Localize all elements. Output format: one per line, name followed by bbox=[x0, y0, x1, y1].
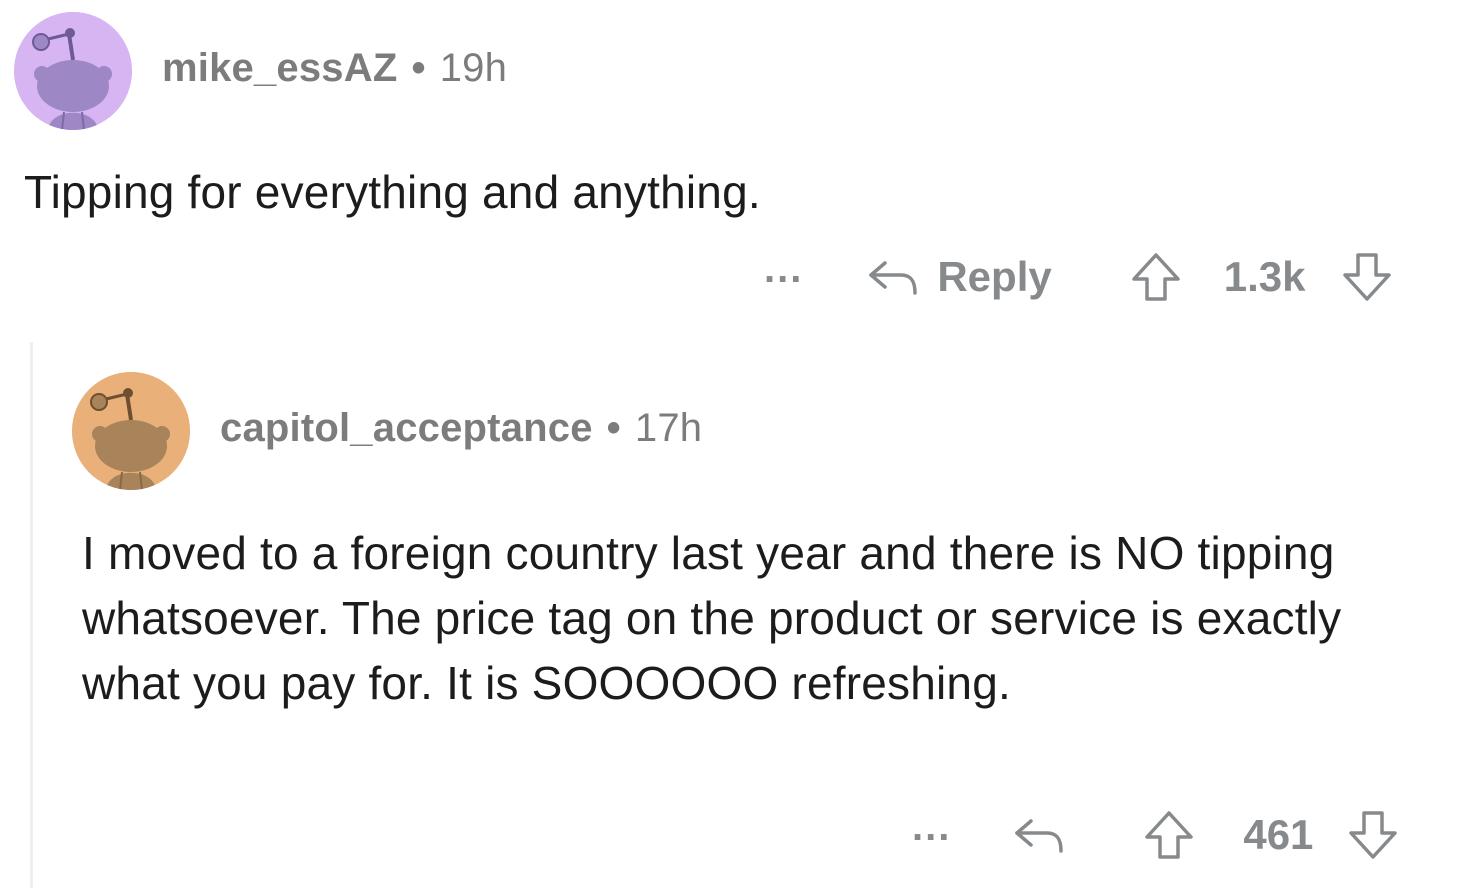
comment-meta: capitol_acceptance • 17h bbox=[220, 406, 702, 451]
comment-actions: ... 461 bbox=[912, 805, 1401, 865]
downvote-arrow-icon[interactable] bbox=[1345, 807, 1401, 863]
timestamp[interactable]: 19h bbox=[440, 46, 507, 90]
snoo-avatar-icon bbox=[72, 372, 190, 490]
upvote-arrow-icon[interactable] bbox=[1141, 807, 1197, 863]
username[interactable]: capitol_acceptance bbox=[220, 406, 593, 450]
username[interactable]: mike_essAZ bbox=[162, 46, 397, 90]
reply-label: Reply bbox=[937, 253, 1052, 300]
more-options-icon[interactable]: ... bbox=[912, 807, 951, 847]
more-options-icon[interactable]: ... bbox=[764, 249, 803, 289]
upvote-arrow-icon[interactable] bbox=[1128, 249, 1184, 305]
comment-body: I moved to a foreign country last year a… bbox=[82, 527, 1342, 709]
timestamp[interactable]: 17h bbox=[635, 406, 702, 450]
thread-line[interactable] bbox=[30, 342, 33, 888]
reply-button[interactable]: Reply bbox=[865, 253, 1052, 301]
user-avatar[interactable] bbox=[72, 372, 190, 490]
user-avatar[interactable] bbox=[14, 12, 132, 130]
reply-arrow-icon bbox=[869, 261, 918, 295]
snoo-avatar-icon bbox=[14, 12, 132, 130]
comment-actions: ... Reply 1.3k bbox=[764, 247, 1395, 307]
vote-count: 461 bbox=[1243, 811, 1314, 858]
meta-separator: • bbox=[411, 46, 426, 90]
reply-arrow-icon[interactable] bbox=[1011, 811, 1067, 859]
comment-body: Tipping for everything and anything. bbox=[24, 166, 761, 218]
meta-separator: • bbox=[606, 406, 621, 450]
comment-meta: mike_essAZ • 19h bbox=[162, 46, 507, 91]
downvote-arrow-icon[interactable] bbox=[1339, 249, 1395, 305]
vote-count: 1.3k bbox=[1223, 253, 1306, 300]
